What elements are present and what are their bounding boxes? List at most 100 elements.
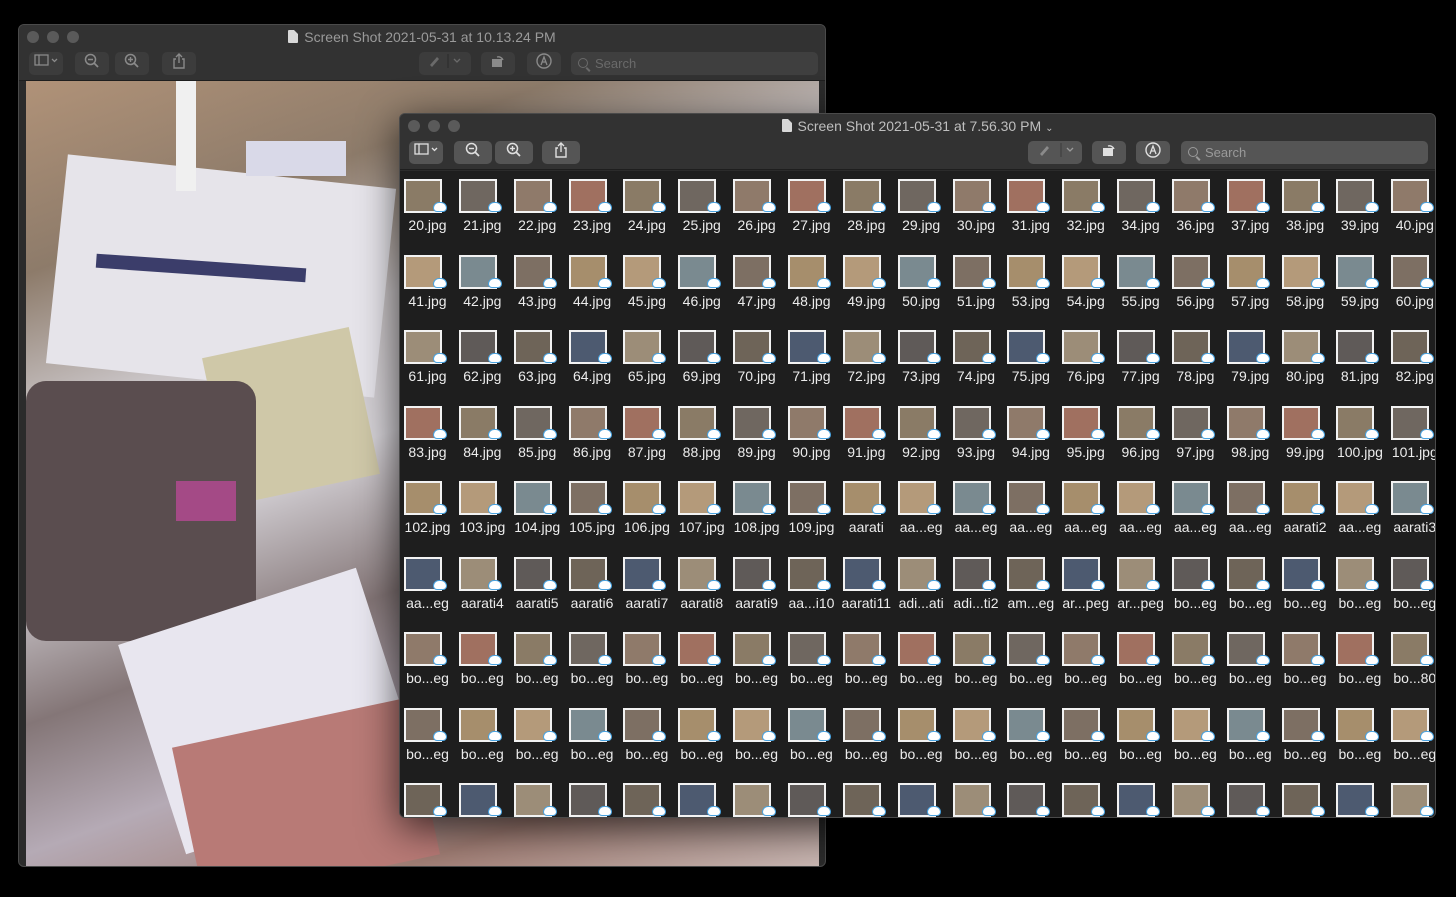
thumbnail-item[interactable]: adi...ati [894,555,949,630]
thumbnail-item[interactable]: 89.jpg [729,404,784,479]
thumbnail-item[interactable]: bo...eg [949,630,1004,705]
thumbnail-item[interactable]: 95.jpg [1058,404,1113,479]
thumbnail-grid[interactable]: 20.jpg 21.jpg 22.jpg 23.jpg 24.jpg 25.jpg 26.j… [400,171,1435,817]
search-field[interactable]: Search [1181,141,1428,164]
thumbnail-item[interactable]: 65.jpg [619,328,674,403]
markup-button[interactable] [419,52,471,75]
thumbnail-item[interactable]: aa...eg [1003,479,1058,554]
thumbnail-item[interactable]: bo...eg [1168,555,1223,630]
zoom-in-button[interactable] [115,52,149,75]
thumbnail-item[interactable]: bo...eg [949,706,1004,781]
zoom-in-button[interactable] [495,141,533,164]
thumbnail-item[interactable]: aa...eg [1223,479,1278,554]
thumbnail-item[interactable]: bo...eg [400,706,455,781]
thumbnail-item[interactable]: 43.jpg [510,253,565,328]
thumbnail-item[interactable]: 109.jpg [784,479,839,554]
thumbnail-item[interactable]: ar...peg [1113,555,1168,630]
thumbnail-item[interactable]: 55.jpg [1113,253,1168,328]
thumbnail-item[interactable]: 39.jpg [1332,177,1387,252]
thumbnail-item[interactable]: bo...eg [1168,706,1223,781]
thumbnail-item[interactable]: 50.jpg [894,253,949,328]
thumbnail-item[interactable]: bo...eg [784,706,839,781]
thumbnail-item[interactable]: bo...eg [400,630,455,705]
thumbnail-item[interactable] [1223,781,1278,817]
thumbnail-item[interactable]: 94.jpg [1003,404,1058,479]
thumbnail-item[interactable]: 64.jpg [565,328,620,403]
thumbnail-item[interactable]: aa...eg [400,555,455,630]
thumbnail-item[interactable] [1113,781,1168,817]
thumbnail-item[interactable]: bo...eg [839,630,894,705]
thumbnail-item[interactable]: 56.jpg [1168,253,1223,328]
thumbnail-item[interactable]: 28.jpg [839,177,894,252]
thumbnail-item[interactable]: bo...eg [1003,706,1058,781]
thumbnail-item[interactable]: 91.jpg [839,404,894,479]
thumbnail-item[interactable]: bo...eg [1278,706,1333,781]
thumbnail-item[interactable] [510,781,565,817]
thumbnail-item[interactable]: bo...eg [1003,630,1058,705]
thumbnail-item[interactable]: 106.jpg [619,479,674,554]
thumbnail-item[interactable]: 31.jpg [1003,177,1058,252]
thumbnail-item[interactable]: 82.jpg [1387,328,1435,403]
thumbnail-item[interactable]: 54.jpg [1058,253,1113,328]
thumbnail-item[interactable] [565,781,620,817]
thumbnail-item[interactable]: bo...eg [1387,555,1435,630]
thumbnail-item[interactable]: bo...eg [455,630,510,705]
thumbnail-item[interactable] [1168,781,1223,817]
thumbnail-item[interactable]: aarati4 [455,555,510,630]
thumbnail-item[interactable]: 22.jpg [510,177,565,252]
thumbnail-item[interactable]: 72.jpg [839,328,894,403]
thumbnail-item[interactable]: aarati6 [565,555,620,630]
thumbnail-item[interactable]: 90.jpg [784,404,839,479]
preview-window-front[interactable]: Screen Shot 2021-05-31 at 7.56.30 PM ⌄ Se… [399,113,1436,818]
titlebar[interactable]: Screen Shot 2021-05-31 at 7.56.30 PM ⌄ [400,114,1435,138]
thumbnail-item[interactable] [619,781,674,817]
thumbnail-item[interactable]: aa...eg [1113,479,1168,554]
thumbnail-item[interactable]: 88.jpg [674,404,729,479]
thumbnail-item[interactable]: 71.jpg [784,328,839,403]
thumbnail-item[interactable]: 83.jpg [400,404,455,479]
thumbnail-item[interactable]: aarati7 [619,555,674,630]
zoom-out-button[interactable] [454,141,492,164]
thumbnail-item[interactable]: bo...eg [894,630,949,705]
thumbnail-item[interactable]: bo...eg [839,706,894,781]
annotate-button[interactable] [1136,141,1170,164]
thumbnail-item[interactable] [1278,781,1333,817]
thumbnail-item[interactable] [729,781,784,817]
thumbnail-item[interactable]: adi...ti2 [949,555,1004,630]
thumbnail-item[interactable]: 38.jpg [1278,177,1333,252]
thumbnail-item[interactable]: bo...eg [1332,630,1387,705]
thumbnail-item[interactable]: aa...eg [1168,479,1223,554]
thumbnail-item[interactable]: 60.jpg [1387,253,1435,328]
thumbnail-item[interactable]: 46.jpg [674,253,729,328]
markup-button[interactable] [1028,141,1082,164]
sidebar-toggle-button[interactable] [409,141,443,164]
thumbnail-item[interactable]: 32.jpg [1058,177,1113,252]
thumbnail-item[interactable]: bo...eg [729,706,784,781]
thumbnail-item[interactable]: aa...eg [1332,479,1387,554]
thumbnail-item[interactable]: 85.jpg [510,404,565,479]
titlebar[interactable]: Screen Shot 2021-05-31 at 10.13.24 PM [19,25,825,49]
thumbnail-item[interactable]: 41.jpg [400,253,455,328]
thumbnail-item[interactable]: bo...eg [565,630,620,705]
thumbnail-item[interactable]: 98.jpg [1223,404,1278,479]
thumbnail-item[interactable]: 97.jpg [1168,404,1223,479]
thumbnail-item[interactable] [674,781,729,817]
thumbnail-item[interactable]: 69.jpg [674,328,729,403]
thumbnail-item[interactable] [949,781,1004,817]
thumbnail-item[interactable]: aa...eg [1058,479,1113,554]
thumbnail-item[interactable]: aarati [839,479,894,554]
thumbnail-item[interactable]: 102.jpg [400,479,455,554]
thumbnail-item[interactable]: aarati2 [1278,479,1333,554]
thumbnail-item[interactable]: 93.jpg [949,404,1004,479]
thumbnail-item[interactable]: 77.jpg [1113,328,1168,403]
thumbnail-item[interactable]: 79.jpg [1223,328,1278,403]
thumbnail-item[interactable]: 76.jpg [1058,328,1113,403]
thumbnail-item[interactable]: bo...eg [1332,706,1387,781]
thumbnail-item[interactable]: bo...80 [1387,630,1435,705]
thumbnail-item[interactable]: 29.jpg [894,177,949,252]
thumbnail-item[interactable]: aa...eg [949,479,1004,554]
thumbnail-item[interactable]: 99.jpg [1278,404,1333,479]
thumbnail-item[interactable]: bo...eg [1113,630,1168,705]
thumbnail-item[interactable]: 86.jpg [565,404,620,479]
thumbnail-item[interactable] [1058,781,1113,817]
